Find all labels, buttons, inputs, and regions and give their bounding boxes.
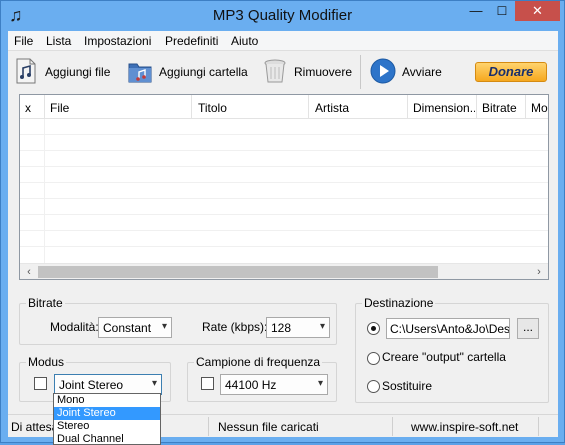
column-mode[interactable]: Mo [531, 101, 548, 115]
app-window: ♫ MP3 Quality Modifier — ☐ ✕ File Lista … [0, 0, 565, 445]
bitrate-title: Bitrate [26, 296, 65, 310]
scroll-left-icon[interactable]: ‹ [21, 265, 37, 279]
add-file-label: Aggiungi file [45, 65, 111, 79]
scroll-thumb[interactable] [38, 266, 438, 278]
column-file[interactable]: File [50, 101, 190, 115]
modus-value: Joint Stereo [59, 378, 124, 392]
column-divider [191, 95, 192, 119]
status-website-link[interactable]: www.inspire-soft.net [411, 420, 518, 434]
horizontal-scrollbar[interactable]: ‹ › [20, 263, 548, 279]
list-row [20, 135, 548, 151]
destination-group: Destinazione C:\Users\Anto&Jo\Deskt ... … [355, 296, 549, 403]
column-divider [308, 95, 309, 119]
bitrate-group: Bitrate Modalità: Constant ▾ Rate (kbps)… [19, 296, 337, 345]
modus-option-mono[interactable]: Mono [54, 394, 160, 407]
replace-radio[interactable] [367, 380, 380, 393]
close-button[interactable]: ✕ [515, 1, 560, 21]
music-file-icon [16, 58, 36, 84]
row-column-divider [44, 119, 45, 263]
list-row [20, 119, 548, 135]
column-bitrate[interactable]: Bitrate [482, 101, 524, 115]
modus-option-stereo[interactable]: Stereo [54, 420, 160, 433]
file-list[interactable]: x File Titolo Artista Dimension... Bitra… [19, 94, 549, 280]
file-list-header: x File Titolo Artista Dimension... Bitra… [20, 95, 548, 119]
column-divider [44, 95, 45, 119]
status-divider [392, 417, 393, 436]
browse-button[interactable]: ... [517, 318, 539, 339]
replace-label[interactable]: Sostituire [382, 379, 432, 393]
status-state: Di attesa [11, 420, 59, 434]
donate-button[interactable]: Donare [475, 62, 547, 82]
bitrate-mode-value: Constant [103, 321, 152, 335]
column-divider [476, 95, 477, 119]
toolbar-separator [360, 55, 361, 89]
column-title[interactable]: Titolo [198, 101, 308, 115]
modus-dropdown-list[interactable]: Mono Joint Stereo Stereo Dual Channel [53, 393, 161, 445]
status-files: Nessun file caricati [218, 420, 319, 434]
chevron-down-icon: ▾ [319, 321, 325, 332]
list-row [20, 231, 548, 247]
chevron-down-icon: ▾ [317, 378, 323, 389]
mode-label: Modalità: [50, 320, 99, 334]
list-row [20, 199, 548, 215]
column-artist[interactable]: Artista [315, 101, 410, 115]
toolbar: Aggiungi file Aggiungi cartella Rimuover… [8, 51, 558, 93]
title-bar[interactable]: ♫ MP3 Quality Modifier — ☐ ✕ [1, 1, 564, 31]
status-divider [208, 417, 209, 436]
column-divider [525, 95, 526, 119]
list-row [20, 151, 548, 167]
modus-option-joint-stereo[interactable]: Joint Stereo [54, 407, 160, 420]
add-folder-label: Aggiungi cartella [159, 65, 248, 79]
music-folder-icon [128, 63, 152, 83]
menu-lista[interactable]: Lista [46, 34, 71, 48]
frequency-value: 44100 Hz [225, 378, 277, 392]
rate-value: 128 [271, 321, 292, 335]
list-row [20, 215, 548, 231]
play-icon [370, 58, 396, 84]
rate-select[interactable]: 128 ▾ [266, 317, 330, 338]
frequency-checkbox[interactable] [201, 377, 214, 390]
modus-select[interactable]: Joint Stereo ▾ [54, 374, 162, 395]
scroll-right-icon[interactable]: › [531, 265, 547, 279]
destination-title: Destinazione [362, 296, 436, 310]
menu-impostazioni[interactable]: Impostazioni [84, 34, 151, 48]
menu-file[interactable]: File [14, 34, 33, 48]
chevron-down-icon: ▾ [161, 321, 167, 332]
column-size[interactable]: Dimension... [413, 101, 475, 115]
frequency-select[interactable]: 44100 Hz ▾ [220, 374, 328, 395]
destination-path-value: C:\Users\Anto&Jo\Deskt [390, 322, 510, 336]
frequency-title: Campione di frequenza [194, 355, 323, 369]
start-button[interactable]: Avviare [370, 57, 450, 87]
trash-icon [264, 59, 286, 83]
menu-bar: File Lista Impostazioni Predefiniti Aiut… [8, 31, 558, 51]
rate-label: Rate (kbps): [202, 320, 268, 334]
status-divider [538, 417, 539, 436]
modus-option-dual-channel[interactable]: Dual Channel [54, 433, 160, 444]
menu-aiuto[interactable]: Aiuto [231, 34, 258, 48]
column-divider [407, 95, 408, 119]
modus-title: Modus [26, 355, 67, 369]
destination-path-radio[interactable] [367, 322, 380, 335]
create-output-label[interactable]: Creare "output" cartella [382, 350, 506, 364]
bitrate-mode-select[interactable]: Constant ▾ [98, 317, 172, 338]
menu-predefiniti[interactable]: Predefiniti [165, 34, 218, 48]
list-row [20, 183, 548, 199]
column-remove[interactable]: x [25, 101, 43, 115]
start-label: Avviare [402, 65, 442, 79]
remove-button[interactable]: Rimuovere [262, 57, 354, 87]
add-folder-button[interactable]: Aggiungi cartella [127, 57, 249, 87]
client-area: File Lista Impostazioni Predefiniti Aiut… [8, 31, 558, 445]
minimize-button[interactable]: — [463, 1, 489, 21]
add-file-button[interactable]: Aggiungi file [13, 57, 119, 87]
list-row [20, 167, 548, 183]
remove-label: Rimuovere [294, 65, 353, 79]
radio-selected-dot [371, 326, 376, 331]
destination-path-field[interactable]: C:\Users\Anto&Jo\Deskt [386, 318, 510, 339]
frequency-group: Campione di frequenza 44100 Hz ▾ [187, 355, 337, 402]
modus-checkbox[interactable] [34, 377, 47, 390]
create-output-radio[interactable] [367, 352, 380, 365]
chevron-down-icon: ▾ [151, 378, 157, 389]
maximize-button[interactable]: ☐ [489, 1, 515, 21]
